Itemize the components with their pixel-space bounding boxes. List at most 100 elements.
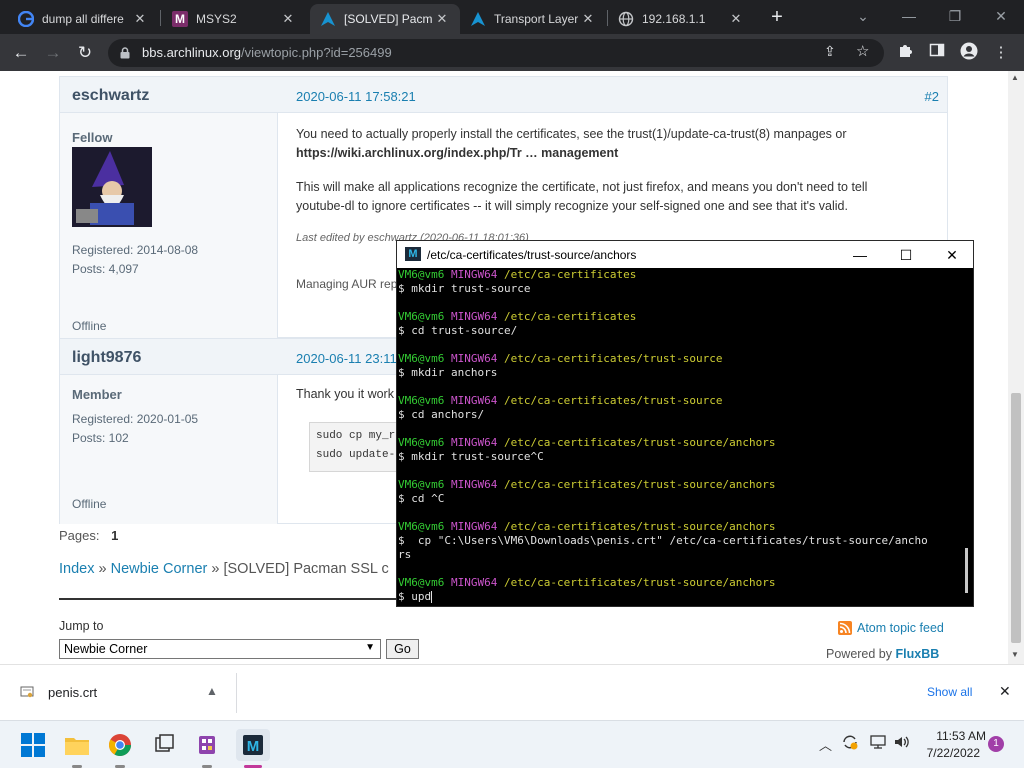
download-bar: penis.crt ▲ Show all ✕: [0, 664, 1024, 720]
terminal-titlebar[interactable]: M /etc/ca-certificates/trust-source/anch…: [397, 241, 973, 268]
extensions-icon[interactable]: [894, 42, 916, 64]
clock-time[interactable]: 11:53 AM: [920, 729, 986, 743]
windows-start-icon[interactable]: [16, 729, 50, 761]
jump-to-select[interactable]: Newbie Corner ▼: [59, 639, 381, 659]
mintty-terminal-window[interactable]: M /etc/ca-certificates/trust-source/anch…: [396, 240, 974, 607]
bookmark-star-icon[interactable]: ☆: [856, 42, 869, 60]
post-date-link[interactable]: 2020-06-11 23:11: [296, 351, 397, 366]
page-scrollbar[interactable]: ▲ ▼: [1008, 71, 1024, 664]
breadcrumb-newbie-corner[interactable]: Newbie Corner: [111, 561, 208, 577]
user-rank: Fellow: [72, 130, 113, 145]
prompt-host: MINGW64: [444, 520, 498, 533]
minimize-icon[interactable]: —: [886, 4, 932, 30]
tab-solved-pacman[interactable]: [SOLVED] Pacm ✕: [310, 4, 460, 34]
forward-arrow-icon[interactable]: →: [40, 40, 66, 66]
scroll-down-icon[interactable]: ▼: [1011, 650, 1019, 659]
scrollbar-thumb[interactable]: [1011, 393, 1021, 643]
prompt-user: VM6@vm6: [398, 520, 445, 533]
notification-badge[interactable]: 1: [988, 736, 1004, 752]
fluxbb-link[interactable]: FluxBB: [896, 647, 940, 661]
tab-msys2[interactable]: M MSYS2 ✕: [162, 4, 306, 34]
close-window-icon[interactable]: ✕: [978, 4, 1024, 30]
chevron-up-icon[interactable]: ▲: [206, 684, 218, 698]
new-tab-button[interactable]: +: [764, 6, 790, 30]
post-author-panel: Fellow Registered: 2014-08-08 Posts: 4,0…: [60, 113, 278, 338]
maximize-icon[interactable]: ☐: [883, 243, 929, 267]
file-explorer-icon[interactable]: [60, 729, 94, 761]
prompt-path: /etc/ca-certificates: [497, 310, 637, 323]
powered-by: Powered by FluxBB: [826, 647, 940, 661]
chrome-icon[interactable]: [103, 729, 137, 761]
download-filename[interactable]: penis.crt: [48, 685, 97, 700]
reload-icon[interactable]: ↻: [72, 40, 98, 66]
divider: [236, 673, 237, 713]
prompt-user: VM6@vm6: [398, 394, 445, 407]
restore-icon[interactable]: ❐: [932, 4, 978, 30]
chevron-down-icon: ▼: [365, 642, 375, 653]
tab-search-icon[interactable]: ⌄: [840, 4, 886, 30]
msys2-icon: M: [405, 247, 421, 261]
post-body-line: Thank you it work: [296, 387, 394, 401]
terminal-output[interactable]: VM6@vm6 MINGW64 /etc/ca-certificates $ mk…: [397, 268, 963, 606]
task-view-icon[interactable]: [147, 729, 181, 761]
scroll-up-icon[interactable]: ▲: [1011, 73, 1019, 82]
prompt-user: VM6@vm6: [398, 478, 445, 491]
post-number-link[interactable]: #2: [925, 89, 939, 104]
prompt-host: MINGW64: [444, 394, 498, 407]
certificate-file-icon: [20, 685, 34, 699]
go-button[interactable]: Go: [386, 639, 419, 659]
network-icon[interactable]: [869, 734, 887, 750]
terminal-prompt-line: VM6@vm6 MINGW64 /etc/ca-certificates/tru…: [397, 394, 963, 408]
post-author[interactable]: light9876: [72, 349, 141, 367]
update-icon[interactable]: [841, 733, 859, 751]
prompt-path: /etc/ca-certificates/trust-source: [497, 394, 723, 407]
close-tab-icon[interactable]: ✕: [728, 11, 744, 27]
atom-feed-link[interactable]: Atom topic feed: [857, 621, 944, 635]
menu-kebab-icon[interactable]: ⋮: [990, 42, 1012, 64]
close-tab-icon[interactable]: ✕: [132, 11, 148, 27]
prompt-host: MINGW64: [444, 310, 498, 323]
close-tab-icon[interactable]: ✕: [280, 11, 296, 27]
user-status: Offline: [72, 319, 107, 333]
close-tab-icon[interactable]: ✕: [434, 11, 450, 27]
post-date-link[interactable]: 2020-06-11 17:58:21: [296, 89, 416, 104]
terminal-command-line: $ cd anchors/: [398, 408, 485, 421]
profile-icon[interactable]: [958, 42, 980, 64]
breadcrumb-index[interactable]: Index: [59, 561, 94, 577]
terminal-command-line: $ cd ^C: [398, 492, 445, 505]
windows-taskbar: M ︿ 11:53 AM 7/22/2022 1: [0, 720, 1024, 768]
prompt-host: MINGW64: [444, 352, 498, 365]
clock-date[interactable]: 7/22/2022: [920, 746, 980, 760]
post-author[interactable]: eschwartz: [72, 87, 149, 105]
terminal-prompt-line: VM6@vm6 MINGW64 /etc/ca-certificates: [397, 268, 963, 282]
close-icon[interactable]: ✕: [929, 243, 975, 267]
close-icon[interactable]: ✕: [999, 683, 1011, 700]
tab-router[interactable]: 192.168.1.1 ✕: [608, 4, 754, 34]
show-all-link[interactable]: Show all: [927, 685, 972, 699]
wiki-link[interactable]: https://wiki.archlinux.org/index.php/Tr …: [296, 144, 618, 163]
terminal-command-line: $ mkdir trust-source^C: [398, 450, 544, 463]
volume-icon[interactable]: [893, 734, 911, 750]
tab-title: 192.168.1.1: [642, 12, 706, 26]
tab-google[interactable]: dump all differe ✕: [8, 4, 158, 34]
sidebar-icon[interactable]: [926, 42, 948, 64]
terminal-command-line: $ cp "C:\Users\VM6\Downloads\penis.crt" …: [398, 534, 928, 547]
terminal-scrollbar[interactable]: [965, 548, 968, 593]
back-arrow-icon[interactable]: ←: [8, 40, 34, 66]
chevron-up-icon[interactable]: ︿: [819, 735, 832, 754]
app-grid-icon[interactable]: [190, 729, 224, 761]
tab-transport-layer[interactable]: Transport Layer ✕: [460, 4, 606, 34]
msys2-taskbar-icon[interactable]: M: [236, 729, 270, 761]
current-page: 1: [111, 528, 119, 543]
terminal-command-line: [397, 422, 963, 436]
browser-tab-strip: dump all differe ✕ M MSYS2 ✕ [SOLVED] Pa…: [0, 0, 1024, 34]
post-header: eschwartz 2020-06-11 17:58:21 #2: [60, 77, 947, 113]
share-icon[interactable]: ⇪: [824, 43, 836, 60]
address-bar[interactable]: bbs.archlinux.org/viewtopic.php?id=25649…: [108, 39, 884, 67]
text-cursor: [431, 591, 433, 603]
minimize-icon[interactable]: —: [837, 243, 883, 267]
terminal-command-line: $ cd trust-source/: [398, 324, 518, 337]
close-tab-icon[interactable]: ✕: [580, 11, 596, 27]
tab-title: Transport Layer: [494, 12, 579, 26]
terminal-command-line: [397, 464, 963, 478]
